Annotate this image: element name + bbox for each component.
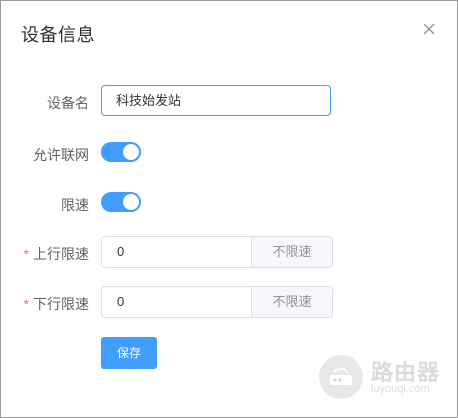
speed-limit-switch[interactable] <box>101 192 141 212</box>
switch-knob <box>123 194 139 210</box>
download-limit-label: * 下行限速 <box>1 294 89 314</box>
watermark-subtext: luyouqi.com <box>371 383 430 395</box>
dialog-title: 设备信息 <box>21 25 95 45</box>
watermark: 路由器 luyouqi.com <box>319 353 449 403</box>
device-name-label: 设备名 <box>47 95 89 111</box>
allow-network-label: 允许联网 <box>33 147 89 163</box>
upload-limit-input[interactable]: 0 <box>102 237 251 267</box>
device-info-dialog: 设备信息 设备名 科技始发站 允许联网 限速 * 上行限速 0 不限速 * 下行限速… <box>0 0 458 418</box>
device-name-input[interactable]: 科技始发站 <box>101 85 331 116</box>
upload-limit-text: 上行限速 <box>33 246 89 262</box>
close-icon[interactable] <box>421 21 437 37</box>
required-mark: * <box>23 246 29 262</box>
download-limit-text: 下行限速 <box>33 296 89 312</box>
required-mark: * <box>23 296 29 312</box>
download-limit-input[interactable]: 0 <box>102 287 251 317</box>
upload-limit-field[interactable]: 0 不限速 <box>101 236 333 268</box>
upload-limit-label: * 上行限速 <box>1 244 89 264</box>
download-limit-append: 不限速 <box>251 287 332 317</box>
speed-limit-label: 限速 <box>61 197 89 213</box>
allow-network-switch[interactable] <box>101 142 141 162</box>
switch-knob <box>123 144 139 160</box>
router-icon <box>319 355 363 399</box>
upload-limit-append: 不限速 <box>251 237 332 267</box>
download-limit-field[interactable]: 0 不限速 <box>101 286 333 318</box>
save-button[interactable]: 保存 <box>101 337 157 369</box>
